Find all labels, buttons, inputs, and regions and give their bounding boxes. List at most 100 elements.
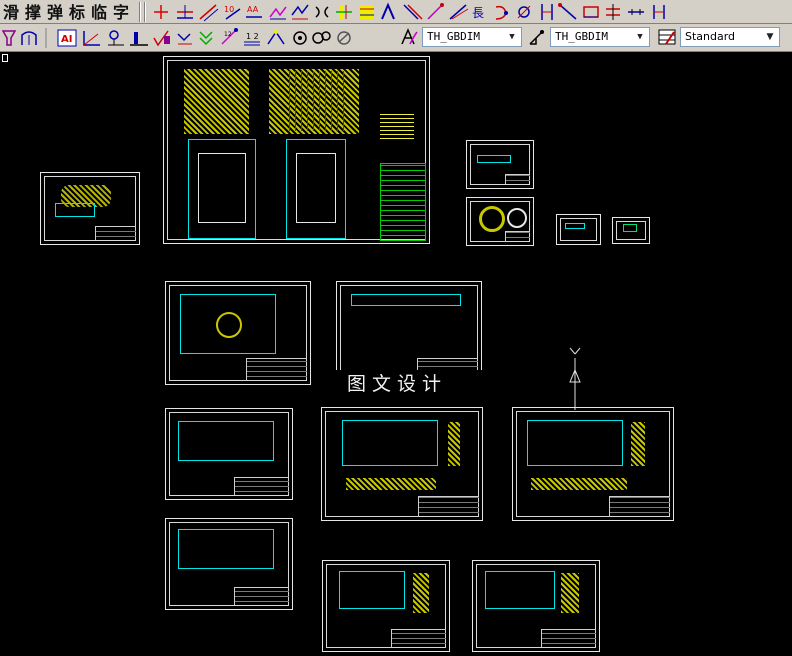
angle-dim-icon[interactable] — [269, 6, 287, 20]
support-button[interactable]: 撑 — [22, 0, 44, 22]
text-style-a-icon[interactable]: AI — [57, 29, 77, 47]
section-symbol-icon[interactable] — [312, 31, 331, 44]
drawing-sheet-cavity-b[interactable] — [472, 560, 600, 652]
table-style-icon[interactable] — [658, 28, 676, 46]
table-style-value: Standard — [685, 30, 736, 43]
svg-text:AI: AI — [61, 34, 72, 45]
text-style-icon[interactable] — [400, 28, 418, 46]
title-block — [609, 496, 670, 517]
drawing-toolbar: 滑 撑 弹 标 临 字 10 AA 長 — [0, 0, 792, 24]
chevron-down-icon[interactable]: ▼ — [505, 30, 519, 44]
break-line-icon[interactable] — [606, 4, 620, 20]
arch-icon[interactable] — [21, 31, 37, 45]
axis-angle-icon[interactable] — [83, 31, 100, 46]
datum-icon[interactable] — [108, 30, 124, 46]
text-label: 字 — [112, 3, 129, 22]
drawing-sheet-plate-a[interactable] — [165, 281, 311, 385]
mold-section — [631, 422, 645, 466]
triangle-dim-icon[interactable] — [381, 2, 395, 20]
hatch-pattern-icon[interactable] — [199, 31, 213, 46]
tolerance-dim-icon[interactable]: 10 — [224, 5, 241, 20]
plate-center-feature — [216, 312, 242, 338]
ejector-pins — [284, 71, 344, 131]
ring-view-side — [507, 208, 527, 228]
leader-icon[interactable] — [427, 3, 444, 20]
support-label: 撑 — [24, 3, 41, 22]
drawing-sheet-exploded-view[interactable] — [40, 172, 140, 245]
stretch-dim-icon[interactable] — [653, 5, 665, 19]
length-dim-icon[interactable]: 長 — [472, 6, 484, 20]
title-block — [541, 629, 596, 648]
mold-outline — [342, 420, 438, 466]
drawing-sheet-part-3[interactable] — [612, 217, 650, 244]
svg-text:12: 12 — [224, 31, 232, 38]
dimension-tool-icons: 10 AA 長 — [154, 2, 665, 22]
chevron-down-icon[interactable]: ▼ — [633, 30, 647, 44]
cut-line-icon[interactable] — [267, 30, 285, 45]
surface-finish-icon[interactable] — [153, 30, 170, 47]
weld-symbol-icon[interactable] — [130, 32, 148, 46]
part-outline — [565, 223, 585, 229]
technical-notes — [380, 112, 414, 142]
slide-button[interactable]: 滑 — [0, 0, 22, 22]
geo-tolerance-icon[interactable] — [177, 33, 192, 45]
drawing-sheet-cavity-a[interactable] — [322, 560, 450, 652]
dim-style-select[interactable]: TH_GBDIM ▼ — [550, 27, 650, 47]
drawing-sheet-mold-half[interactable] — [321, 407, 483, 521]
chevron-down-icon[interactable]: ▼ — [763, 30, 777, 44]
drawing-sheet-ring[interactable] — [466, 197, 534, 246]
drawing-sheet-assembly[interactable] — [163, 56, 430, 244]
plan-cavity-left — [198, 153, 246, 223]
continue-dim-icon[interactable] — [291, 4, 309, 20]
spring-button[interactable]: 弹 — [44, 0, 66, 22]
svg-text:1 2: 1 2 — [246, 32, 259, 41]
part-outline — [623, 224, 637, 232]
drawing-sheet-part-1[interactable] — [466, 140, 534, 189]
drawing-sheet-mold-core[interactable] — [512, 407, 674, 521]
center-mark-icon[interactable] — [154, 5, 168, 19]
mark-label: 标 — [68, 3, 85, 22]
frame-dim-icon[interactable] — [583, 6, 599, 18]
parts-list-table — [380, 163, 426, 241]
svg-text:長: 長 — [472, 6, 484, 20]
join-dim-icon[interactable] — [628, 9, 644, 15]
funnel-icon[interactable] — [1, 30, 17, 46]
oblique-dim-icon[interactable] — [403, 4, 423, 20]
svg-text:10: 10 — [224, 5, 234, 14]
vertical-dim-icon[interactable] — [541, 4, 553, 20]
detail-view-icon[interactable] — [293, 31, 307, 45]
text-style-select[interactable]: TH_GBDIM ▼ — [422, 27, 522, 47]
drawing-sheet-part-2[interactable] — [556, 214, 601, 245]
diameter-dim-icon[interactable] — [517, 5, 531, 19]
annotation-tool-icons: AI 12 1 2 — [1, 28, 351, 48]
arc-length-icon[interactable] — [495, 5, 508, 20]
part-outline — [55, 203, 95, 217]
radius-dim-icon[interactable] — [449, 4, 469, 20]
break-dim-icon[interactable] — [336, 5, 352, 19]
mold-outline — [527, 420, 623, 466]
index-number-icon[interactable]: 1 2 — [244, 32, 260, 46]
title-block — [234, 587, 289, 606]
title-block — [418, 496, 479, 517]
drawing-sheet-plate-c[interactable] — [165, 408, 293, 500]
aligned-dim-icon[interactable] — [199, 4, 219, 22]
mold-section-bottom — [346, 478, 436, 490]
chamfer-icon[interactable]: 12 — [221, 28, 238, 45]
horizontal-dim-icon[interactable] — [177, 5, 193, 19]
title-block — [234, 477, 289, 496]
chain-dim-icon[interactable] — [360, 5, 374, 19]
mark-button[interactable]: 标 — [66, 0, 88, 22]
baseline-dim-icon[interactable]: AA — [246, 5, 262, 18]
dim-style-icon[interactable] — [528, 28, 546, 46]
table-style-select[interactable]: Standard ▼ — [680, 27, 780, 47]
diagonal-dim-icon[interactable] — [558, 3, 577, 20]
temp-button[interactable]: 临 — [88, 0, 110, 22]
title-block — [391, 629, 446, 648]
toolbar-separator — [139, 2, 141, 22]
drawing-sheet-plate-d[interactable] — [165, 518, 293, 610]
annotation-toolbar: AI 12 1 2 TH_GBDIM ▼ TH_GBDIM ▼ Standard… — [0, 24, 792, 52]
drawing-canvas[interactable]: 图文设计 Y — [0, 52, 792, 656]
text-button[interactable]: 字 — [110, 0, 132, 22]
no-symbol-icon[interactable] — [337, 31, 351, 45]
arc-dim-icon[interactable] — [315, 6, 329, 18]
